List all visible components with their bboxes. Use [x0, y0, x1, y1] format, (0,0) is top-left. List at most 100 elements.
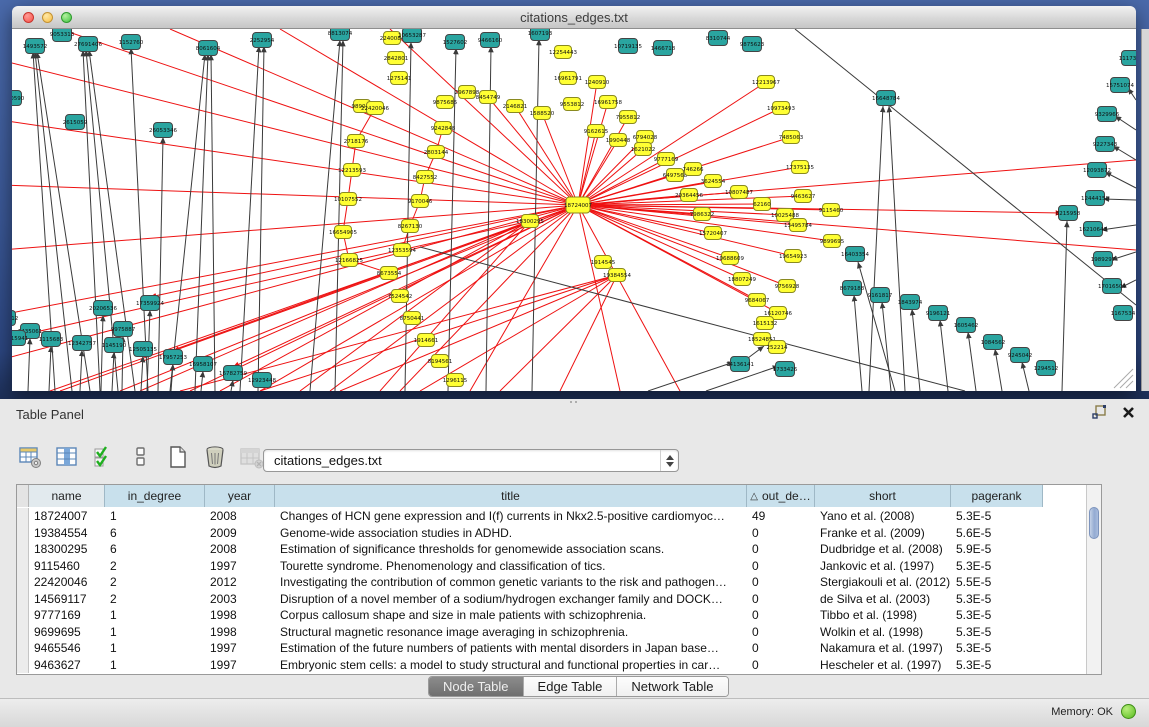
graph-node[interactable]: 2146821 — [503, 100, 528, 113]
table-cell[interactable]: 0 — [747, 574, 815, 591]
graph-node[interactable]: 9162615 — [584, 125, 609, 138]
graph-node[interactable]: 7524542 — [388, 290, 413, 303]
table-cell[interactable]: Genome-wide association studies in ADHD. — [275, 525, 747, 542]
graph-node[interactable]: 17957253 — [159, 350, 187, 365]
graph-node[interactable]: 1621022 — [631, 143, 656, 156]
column-header-pagerank[interactable]: pagerank — [951, 485, 1043, 507]
table-cell[interactable]: 2003 — [205, 591, 275, 608]
table-select-dropdown[interactable]: citations_edges.txt — [263, 449, 679, 472]
table-cell[interactable]: 1 — [105, 508, 205, 525]
table-cell[interactable]: 1998 — [205, 607, 275, 624]
graph-node[interactable]: 1145190 — [102, 338, 127, 353]
table-cell[interactable]: Corpus callosum shape and size in male p… — [275, 607, 747, 624]
table-cell[interactable]: Wolkin et al. (1998) — [815, 624, 951, 641]
graph-node[interactable]: 8750441 — [400, 312, 425, 325]
table-cell[interactable]: 1 — [105, 624, 205, 641]
table-row[interactable]: 1872400712008Changes of HCN gene express… — [17, 508, 1043, 525]
table-cell[interactable]: 22420046 — [29, 574, 105, 591]
resize-grip-icon[interactable] — [1114, 369, 1133, 388]
table-cell[interactable]: 2 — [105, 591, 205, 608]
graph-node[interactable]: 1650590 — [12, 91, 25, 106]
table-cell[interactable]: 1997 — [205, 657, 275, 674]
tab-node-table[interactable]: Node Table — [429, 677, 524, 696]
graph-node[interactable]: 8813074 — [328, 29, 353, 41]
graph-node[interactable]: 9015312 — [12, 311, 18, 326]
graph-node[interactable]: 16403354 — [841, 247, 869, 262]
graph-node[interactable]: 8194561 — [428, 355, 453, 368]
graph-node[interactable]: 1294512 — [1034, 361, 1059, 376]
graph-node[interactable]: 10653287 — [398, 29, 426, 43]
graph-node[interactable]: 9899695 — [820, 235, 845, 248]
graph-node[interactable]: 1615132 — [753, 317, 778, 330]
graph-node[interactable]: 9115460 — [819, 204, 844, 217]
graph-node[interactable]: 9329966 — [1095, 107, 1120, 122]
graph-node[interactable]: 8427552 — [413, 171, 438, 184]
graph-node[interactable]: 1167534 — [1111, 306, 1136, 321]
column-header-out-de-[interactable]: △out_de… — [747, 485, 815, 507]
graph-node[interactable]: 1605462 — [954, 318, 979, 333]
graph-node[interactable]: 16648784 — [872, 91, 900, 106]
delete-icon[interactable] — [201, 443, 229, 471]
graph-node[interactable]: 26053346 — [149, 123, 177, 138]
table-row[interactable]: 1938455462009Genome-wide association stu… — [17, 525, 1043, 542]
table-cell[interactable]: 2 — [105, 574, 205, 591]
graph-node[interactable]: 8310744 — [706, 31, 731, 46]
graph-node[interactable]: 16654905 — [329, 226, 357, 239]
column-header-short[interactable]: short — [815, 485, 951, 507]
column-header-title[interactable]: title — [275, 485, 747, 507]
graph-node[interactable]: 9684067 — [745, 294, 770, 307]
table-cell[interactable]: 0 — [747, 607, 815, 624]
table-row[interactable]: 1830029562008Estimation of significance … — [17, 541, 1043, 558]
graph-node[interactable]: 1843974 — [898, 295, 923, 310]
graph-node[interactable]: 1296115 — [443, 374, 468, 387]
delete-table-icon[interactable] — [238, 443, 266, 471]
graph-node[interactable]: 27691406 — [74, 37, 102, 52]
graph-node[interactable]: 10688609 — [716, 252, 744, 265]
graph-node[interactable]: 62160 — [753, 198, 771, 211]
table-cell[interactable]: 19384554 — [29, 525, 105, 542]
graph-node[interactable]: 9875685 — [433, 96, 458, 109]
graph-node[interactable]: 252214 — [767, 341, 788, 354]
graph-node[interactable]: 18724007 — [564, 197, 592, 213]
table-cell[interactable]: 5.3E-5 — [951, 558, 1043, 575]
network-view[interactable]: 1872400718300295193845541914545989013224… — [12, 29, 1136, 391]
table-cell[interactable]: de Silva et al. (2003) — [815, 591, 951, 608]
window-titlebar[interactable]: citations_edges.txt — [12, 6, 1136, 29]
graph-node[interactable]: 12923448 — [248, 373, 276, 388]
table-cell[interactable]: 9463627 — [29, 657, 105, 674]
network-canvas[interactable]: 1872400718300295193845541914545989013224… — [12, 29, 1136, 391]
graph-node[interactable]: 9756928 — [775, 280, 800, 293]
graph-node[interactable]: 17016504 — [1098, 279, 1126, 294]
graph-node[interactable]: 3915941 — [12, 331, 28, 346]
graph-node[interactable]: 1117304 — [1119, 51, 1136, 66]
table-cell[interactable]: 5.3E-5 — [951, 508, 1043, 525]
table-cell[interactable]: 6 — [105, 541, 205, 558]
table-scrollbar-thumb[interactable] — [1089, 507, 1099, 539]
graph-node[interactable]: 8454749 — [476, 91, 501, 104]
table-cell[interactable]: 1997 — [205, 558, 275, 575]
graph-node[interactable]: 1084562 — [981, 335, 1006, 350]
graph-node[interactable]: 8267130 — [398, 220, 423, 233]
table-cell[interactable]: 2012 — [205, 574, 275, 591]
table-cell[interactable]: Yano et al. (2008) — [815, 508, 951, 525]
graph-node[interactable]: 9875623 — [740, 37, 765, 52]
table-cell[interactable]: Tourette syndrome. Phenomenology and cla… — [275, 558, 747, 575]
table-cell[interactable]: Embryonic stem cells: a model to study s… — [275, 657, 747, 674]
graph-node[interactable]: 9553812 — [560, 98, 585, 111]
graph-node[interactable]: 1152760 — [119, 35, 144, 50]
graph-node[interactable]: 1989297 — [1091, 252, 1116, 267]
graph-node[interactable]: 9227343 — [1093, 137, 1118, 152]
graph-node[interactable]: 8679188 — [840, 281, 865, 296]
table-cell[interactable]: 1 — [105, 640, 205, 657]
table-row[interactable]: 969969511998Structural magnetic resonanc… — [17, 624, 1043, 641]
graph-node[interactable]: 10807487 — [725, 186, 753, 199]
column-header-name[interactable]: name — [29, 485, 105, 507]
table-settings-icon[interactable] — [16, 443, 44, 471]
tab-network-table[interactable]: Network Table — [617, 677, 727, 696]
table-cell[interactable]: 5.3E-5 — [951, 591, 1043, 608]
close-panel-icon[interactable] — [1122, 406, 1135, 424]
table-cell[interactable]: 5.5E-5 — [951, 574, 1043, 591]
table-cell[interactable]: Investigating the contribution of common… — [275, 574, 747, 591]
panel-drag-handle[interactable] — [569, 400, 578, 404]
graph-node[interactable]: 20364456 — [675, 189, 703, 202]
